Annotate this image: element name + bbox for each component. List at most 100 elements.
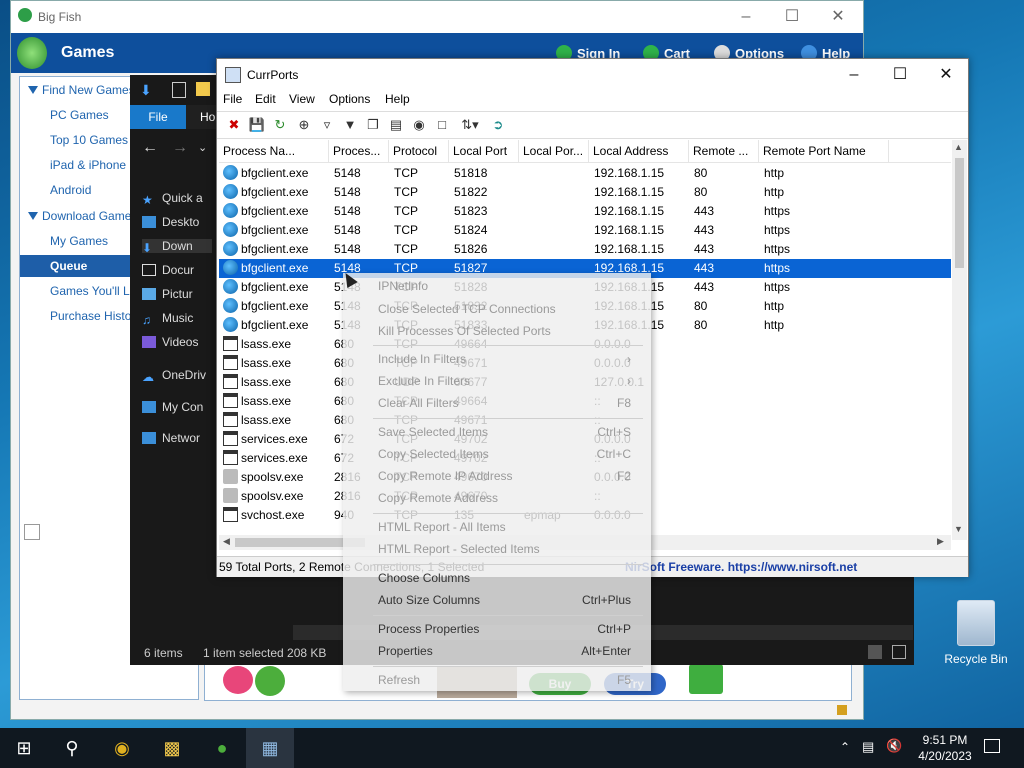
find-icon[interactable]: ◉: [410, 116, 428, 134]
menu-item[interactable]: IPNetInfo: [378, 279, 428, 293]
menu-item[interactable]: Process Properties: [378, 622, 479, 636]
menu-item[interactable]: Clear All Filters: [378, 396, 459, 410]
explorer-file-tab[interactable]: File: [130, 105, 186, 129]
menu-item[interactable]: Include In Filters: [378, 352, 466, 366]
menu-options[interactable]: Options: [329, 92, 370, 106]
menu-item[interactable]: Copy Selected Items: [378, 447, 489, 461]
nav-top10[interactable]: Top 10 Games: [50, 133, 128, 147]
maximize-icon[interactable]: ☐: [877, 59, 923, 91]
nav-documents[interactable]: Docur: [142, 263, 194, 277]
nav-this-pc[interactable]: My Con: [142, 400, 203, 414]
col-protocol[interactable]: Protocol: [389, 140, 449, 162]
properties-icon[interactable]: ▤: [387, 116, 405, 134]
menu-item[interactable]: Copy Remote Address: [378, 491, 498, 505]
explorer-home-tab[interactable]: Ho: [200, 110, 215, 124]
sort-icon[interactable]: ⇅▾: [457, 116, 483, 134]
scroll-down-icon[interactable]: ▼: [954, 524, 963, 534]
filter-edit-icon[interactable]: ▼: [341, 116, 359, 134]
close-icon[interactable]: ✕: [815, 1, 861, 33]
menu-item[interactable]: Close Selected TCP Connections: [378, 302, 556, 316]
nav-android[interactable]: Android: [50, 183, 91, 197]
menu-item[interactable]: Choose Columns: [378, 571, 470, 585]
search-icon[interactable]: ⚲: [48, 728, 96, 768]
notification-icon[interactable]: [984, 739, 1000, 753]
col-local-port-name[interactable]: Local Por...: [519, 140, 589, 162]
nav-desktop[interactable]: Deskto: [142, 215, 199, 229]
network-tray-icon[interactable]: ▤: [862, 739, 874, 755]
col-remote-port[interactable]: Remote ...: [689, 140, 759, 162]
scroll-left-icon[interactable]: ◀: [223, 536, 230, 547]
report-icon[interactable]: □: [433, 116, 451, 134]
menu-item[interactable]: HTML Report - Selected Items: [378, 542, 540, 556]
menu-item[interactable]: Auto Size Columns: [378, 593, 480, 607]
menu-view[interactable]: View: [289, 92, 315, 106]
back-arrow-icon[interactable]: ←: [142, 139, 158, 157]
recycle-bin[interactable]: Recycle Bin: [940, 600, 1012, 666]
minimize-icon[interactable]: –: [831, 59, 877, 91]
col-local-address[interactable]: Local Address: [589, 140, 689, 162]
close-icon[interactable]: ✕: [923, 59, 969, 91]
save-icon[interactable]: 💾: [248, 116, 266, 134]
nirsoft-link[interactable]: NirSoft Freeware. https://www.nirsoft.ne…: [625, 560, 857, 574]
col-process-id[interactable]: Proces...: [329, 140, 389, 162]
col-process-name[interactable]: Process Na...: [219, 140, 329, 162]
nav-quick-access[interactable]: ★ Quick a: [142, 191, 203, 207]
taskbar-clock[interactable]: 9:51 PM 4/20/2023: [910, 732, 980, 764]
chevron-down-icon[interactable]: ⌄: [198, 141, 207, 154]
menu-item[interactable]: Kill Processes Of Selected Ports: [378, 324, 551, 338]
table-row[interactable]: bfgclient.exe 5148 TCP 51823 192.168.1.15 443…: [219, 202, 951, 221]
nav-purchase-history[interactable]: Purchase History: [50, 309, 141, 323]
nav-pc-games[interactable]: PC Games: [50, 108, 109, 122]
vertical-scrollbar[interactable]: ▲ ▼: [952, 140, 967, 540]
find-heading[interactable]: Find New Games: [28, 83, 135, 97]
table-row[interactable]: bfgclient.exe 5148 TCP 51826 192.168.1.15 443…: [219, 240, 951, 259]
menu-item[interactable]: Refresh: [378, 673, 420, 687]
windows-start-icon[interactable]: ⊞: [0, 728, 48, 768]
close-connection-icon[interactable]: ✖: [225, 116, 243, 134]
nav-music[interactable]: ♫ Music: [142, 311, 193, 327]
nav-videos[interactable]: Videos: [142, 335, 198, 349]
thumbnail-view-icon[interactable]: [892, 645, 906, 659]
menu-help[interactable]: Help: [385, 92, 410, 106]
check-tile-icon[interactable]: [689, 664, 723, 694]
nav-network[interactable]: Networ: [142, 431, 200, 445]
forward-arrow-icon[interactable]: →: [172, 139, 188, 157]
nav-ipad[interactable]: iPad & iPhone: [50, 158, 126, 172]
menu-item[interactable]: Properties: [378, 644, 433, 658]
nav-my-games[interactable]: My Games: [50, 234, 108, 248]
filter-icon[interactable]: ▿: [318, 116, 336, 134]
refresh-icon[interactable]: ↻: [271, 116, 289, 134]
file-explorer-icon[interactable]: ▩: [148, 728, 196, 768]
menu-file[interactable]: File: [223, 92, 242, 106]
maximize-icon[interactable]: ☐: [769, 1, 815, 33]
details-view-icon[interactable]: [868, 645, 882, 659]
chrome-icon[interactable]: ◉: [98, 728, 146, 768]
scroll-thumb[interactable]: [955, 158, 964, 268]
table-row[interactable]: bfgclient.exe 5148 TCP 51822 192.168.1.15 80 h…: [219, 183, 951, 202]
tray-chevron-icon[interactable]: ⌃: [840, 740, 850, 754]
menu-item[interactable]: HTML Report - All Items: [378, 520, 506, 534]
nav-downloads[interactable]: ⬇ Down: [142, 239, 212, 255]
table-row[interactable]: bfgclient.exe 5148 TCP 51818 192.168.1.15 80 h…: [219, 164, 951, 183]
col-local-port[interactable]: Local Port: [449, 140, 519, 162]
download-heading[interactable]: Download Games: [28, 209, 137, 223]
col-remote-port-name[interactable]: Remote Port Name: [759, 140, 889, 162]
menu-item[interactable]: Save Selected Items: [378, 425, 488, 439]
currports-taskbar-icon[interactable]: ▦: [246, 728, 294, 768]
cell-name: svchost.exe: [241, 508, 305, 522]
menu-edit[interactable]: Edit: [255, 92, 276, 106]
table-row[interactable]: bfgclient.exe 5148 TCP 51824 192.168.1.15 443…: [219, 221, 951, 240]
volume-muted-icon[interactable]: 🔇: [886, 738, 902, 754]
copy-icon[interactable]: ❐: [364, 116, 382, 134]
exit-icon[interactable]: ➲: [489, 116, 507, 134]
nav-pictures[interactable]: Pictur: [142, 287, 193, 301]
bigfish-taskbar-icon[interactable]: ●: [198, 728, 246, 768]
target-icon[interactable]: ⊕: [295, 116, 313, 134]
nav-onedrive[interactable]: ☁ OneDriv: [142, 368, 206, 384]
scroll-up-icon[interactable]: ▲: [954, 142, 963, 152]
scroll-right-icon[interactable]: ▶: [937, 536, 944, 547]
bigfish-titlebar: Big Fish – ☐ ✕: [11, 1, 863, 33]
menu-item[interactable]: Copy Remote IP Address: [378, 469, 513, 483]
menu-item[interactable]: Exclude In Filters: [378, 374, 470, 388]
minimize-icon[interactable]: –: [723, 1, 769, 33]
